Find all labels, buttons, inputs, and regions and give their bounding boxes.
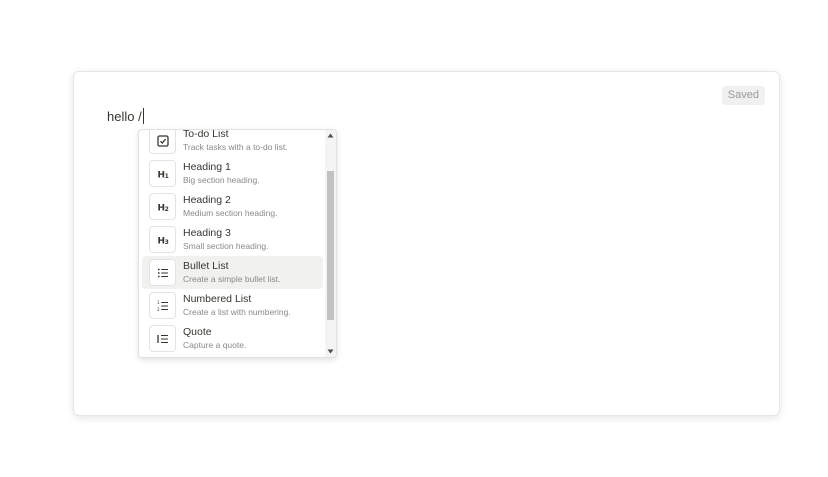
command-description: Create a simple bullet list. [183,274,281,284]
command-description: Create a list with numbering. [183,307,291,317]
saved-status-badge: Saved [721,86,765,105]
command-item-bullet-list[interactable]: Bullet List Create a simple bullet list. [142,256,323,289]
command-title: Heading 3 [183,227,231,239]
command-item-numbered-list[interactable]: 12 Numbered List Create a list with numb… [142,289,323,322]
scroll-up-arrow-icon[interactable] [325,130,336,141]
numbered-list-icon: 12 [149,292,176,319]
command-item-todo-list[interactable]: To-do List Track tasks with a to-do list… [142,129,323,157]
command-description: Medium section heading. [183,208,278,218]
command-item-heading-2[interactable]: H2 Heading 2 Medium section heading. [142,190,323,223]
command-list: To-do List Track tasks with a to-do list… [139,129,326,355]
command-title: To-do List [183,129,229,140]
editor-text-line[interactable]: hello / [107,108,144,124]
command-title: Heading 2 [183,194,231,206]
command-title: Bullet List [183,260,229,272]
command-description: Small section heading. [183,241,269,251]
command-item-quote[interactable]: Quote Capture a quote. [142,322,323,355]
slash-command-menu: To-do List Track tasks with a to-do list… [138,129,337,358]
svg-text:1: 1 [157,300,160,305]
command-title: Numbered List [183,293,252,305]
command-description: Track tasks with a to-do list. [183,142,288,152]
heading-3-icon: H3 [149,226,176,253]
svg-text:1: 1 [164,173,168,180]
scroll-thumb[interactable] [327,171,334,320]
command-description: Capture a quote. [183,340,247,350]
command-title: Heading 1 [183,161,231,173]
scroll-down-arrow-icon[interactable] [325,346,336,357]
quote-icon [149,325,176,352]
svg-text:3: 3 [164,239,168,246]
text-caret [142,108,144,124]
svg-text:2: 2 [164,206,168,213]
checkbox-icon [149,130,176,154]
command-item-heading-3[interactable]: H3 Heading 3 Small section heading. [142,223,323,256]
heading-1-icon: H1 [149,160,176,187]
command-description: Big section heading. [183,175,260,185]
menu-scrollbar[interactable] [325,130,336,357]
editor-text[interactable]: hello / [107,109,142,124]
heading-2-icon: H2 [149,193,176,220]
command-title: Quote [183,326,212,338]
svg-text:2: 2 [157,306,160,311]
bullet-list-icon [149,259,176,286]
command-item-heading-1[interactable]: H1 Heading 1 Big section heading. [142,157,323,190]
